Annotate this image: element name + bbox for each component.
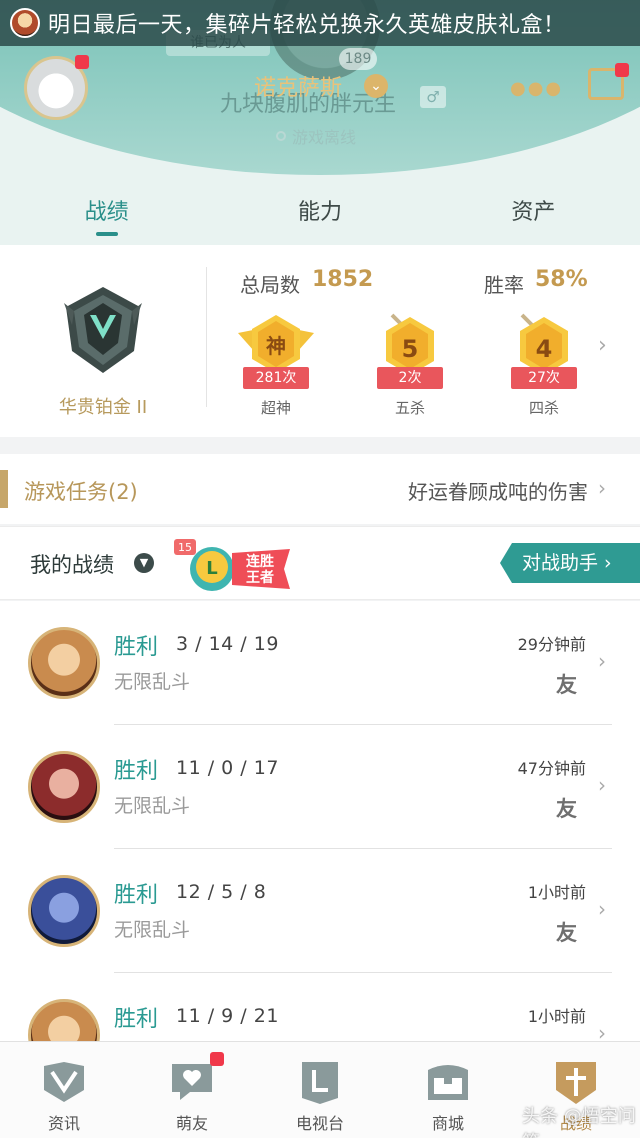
streak-line1: 连胜 — [246, 553, 274, 570]
records-title[interactable]: 我的战绩 — [30, 549, 114, 579]
chest-icon — [428, 1065, 468, 1100]
online-status: 游戏离线 — [276, 124, 356, 148]
streak-letter: L — [206, 558, 217, 579]
svg-text:5: 5 — [402, 335, 419, 363]
friend-tag: 友 — [556, 673, 577, 697]
penta-kill-count: 2次 — [377, 367, 443, 389]
match-kda: 12 / 5 / 8 — [176, 881, 267, 903]
notice-text: 明日最后一天，集碎片轻松兑换永久英雄皮肤礼盒！ — [48, 13, 566, 38]
rank-emblem-icon — [64, 287, 142, 373]
records-header: 我的战绩 ▼ 15 L 连胜 王者 对战助手 › — [0, 526, 640, 600]
win-rate-value: 58% — [535, 267, 588, 292]
match-time: 29分钟前 — [517, 635, 586, 654]
chevron-right-icon: › — [598, 1021, 606, 1041]
match-result: 胜利 — [114, 759, 159, 784]
chevron-down-icon[interactable]: ⌄ — [364, 74, 388, 98]
watermark: 头条 @悟空问答 — [522, 1106, 636, 1138]
chevron-right-icon: › — [598, 476, 606, 500]
friend-tag: 友 — [556, 797, 577, 821]
nav-label: 资讯 — [47, 1114, 80, 1133]
match-list: 胜利 3 / 14 / 19 无限乱斗 29分钟前 友 › 胜利 11 / 0 … — [0, 601, 640, 1041]
message-icon[interactable] — [588, 63, 629, 100]
sword-shield-icon — [556, 1062, 596, 1104]
notification-dot — [210, 1052, 224, 1066]
match-result: 胜利 — [114, 635, 159, 660]
nav-label: 商城 — [431, 1114, 464, 1133]
svg-text:4: 4 — [536, 335, 553, 363]
battle-assistant-button[interactable]: 对战助手 › — [500, 543, 640, 583]
total-games-label: 总局数 — [240, 273, 300, 297]
level-badge: 189 — [339, 48, 377, 70]
chevron-down-icon[interactable]: ▼ — [134, 553, 154, 573]
match-kda: 3 / 14 / 19 — [176, 633, 279, 655]
rank-tier: 华贵铂金 II — [58, 397, 148, 418]
streak-number: 15 — [178, 541, 192, 554]
win-streak-badge-icon[interactable]: 15 L 连胜 王者 — [174, 533, 292, 595]
status-text: 游戏离线 — [292, 128, 357, 147]
streak-line2: 王者 — [246, 570, 274, 586]
nav-label: 萌友 — [175, 1114, 208, 1133]
godlike-count: 281次 — [243, 367, 309, 389]
profile-tabs: 战绩 能力 资产 — [0, 176, 640, 240]
match-row[interactable]: 胜利 3 / 14 / 19 无限乱斗 29分钟前 友 › — [0, 601, 640, 725]
match-mode: 无限乱斗 — [114, 795, 191, 817]
game-tasks-row[interactable]: 游戏任务(2) 好运眷顾成吨的伤害 › — [0, 454, 640, 524]
win-rate-label: 胜率 — [484, 273, 524, 297]
chevron-right-icon[interactable]: › — [598, 333, 607, 358]
match-time: 1小时前 — [527, 883, 586, 902]
status-circle-icon — [276, 131, 286, 141]
match-row[interactable]: 胜利 12 / 5 / 8 无限乱斗 1小时前 友 › — [0, 849, 640, 973]
notification-dot — [615, 63, 629, 77]
match-time: 1小时前 — [527, 1007, 586, 1026]
nav-store[interactable]: 商城 — [384, 1042, 512, 1138]
champion-avatar — [28, 627, 100, 699]
match-result: 胜利 — [114, 883, 159, 908]
total-games-value: 1852 — [312, 267, 374, 292]
match-kda: 11 / 9 / 21 — [176, 1005, 279, 1027]
match-mode: 无限乱斗 — [114, 919, 191, 941]
match-time: 47分钟前 — [517, 759, 586, 778]
nav-friends[interactable]: 萌友 — [128, 1042, 256, 1138]
tab-assets[interactable]: 资产 — [427, 176, 640, 240]
rank-card[interactable]: 华贵铂金 II 总局数 1852 胜率 58% 神 281次 超神 5 2次 五… — [0, 245, 640, 437]
chevron-right-icon: › — [598, 649, 606, 673]
notice-avatar — [10, 8, 40, 38]
match-mode: 无限乱斗 — [114, 671, 191, 693]
chevron-right-icon: › — [598, 773, 606, 797]
more-options-icon[interactable]: ●●● — [510, 78, 563, 99]
profile-header: 明日最后一天，集碎片轻松兑换永久英雄皮肤礼盒！ 谁已为人 189 九块腹肌的胖元… — [0, 0, 640, 245]
chevron-right-icon: › — [598, 897, 606, 921]
tab-record[interactable]: 战绩 — [0, 176, 213, 240]
godlike-label: 超神 — [260, 399, 291, 417]
tasks-title: 游戏任务(2) — [24, 480, 138, 504]
tv-logo-icon — [302, 1062, 338, 1104]
divider — [206, 267, 207, 407]
nav-tv[interactable]: 电视台 — [256, 1042, 384, 1138]
hero-name[interactable]: 诺克萨斯 — [254, 70, 342, 102]
match-kda: 11 / 0 / 17 — [176, 757, 279, 779]
nav-news[interactable]: 资讯 — [0, 1042, 128, 1138]
penta-kill-label: 五杀 — [394, 399, 425, 417]
svg-text:神: 神 — [266, 334, 286, 358]
male-gender-icon: ♂ — [420, 86, 446, 108]
notification-dot — [75, 55, 89, 69]
match-result: 胜利 — [114, 1007, 159, 1032]
champion-avatar — [28, 999, 100, 1041]
friend-tag: 友 — [556, 921, 577, 945]
nav-label: 电视台 — [295, 1114, 344, 1133]
chat-heart-icon — [172, 1064, 212, 1100]
champion-avatar — [28, 751, 100, 823]
tab-ability[interactable]: 能力 — [213, 176, 426, 240]
quadra-kill-count: 27次 — [511, 367, 577, 389]
match-row[interactable]: 胜利 11 / 0 / 17 无限乱斗 47分钟前 友 › — [0, 725, 640, 849]
tasks-detail: 好运眷顾成吨的伤害 — [408, 480, 588, 504]
champion-avatar — [28, 875, 100, 947]
quadra-kill-label: 四杀 — [528, 399, 559, 417]
notice-banner[interactable]: 明日最后一天，集碎片轻松兑换永久英雄皮肤礼盒！ — [0, 0, 640, 46]
match-row[interactable]: 胜利 11 / 9 / 21 1小时前 › — [0, 973, 640, 1041]
accent-bar — [0, 470, 8, 508]
user-avatar[interactable] — [24, 55, 89, 120]
book-shield-icon — [44, 1062, 84, 1102]
